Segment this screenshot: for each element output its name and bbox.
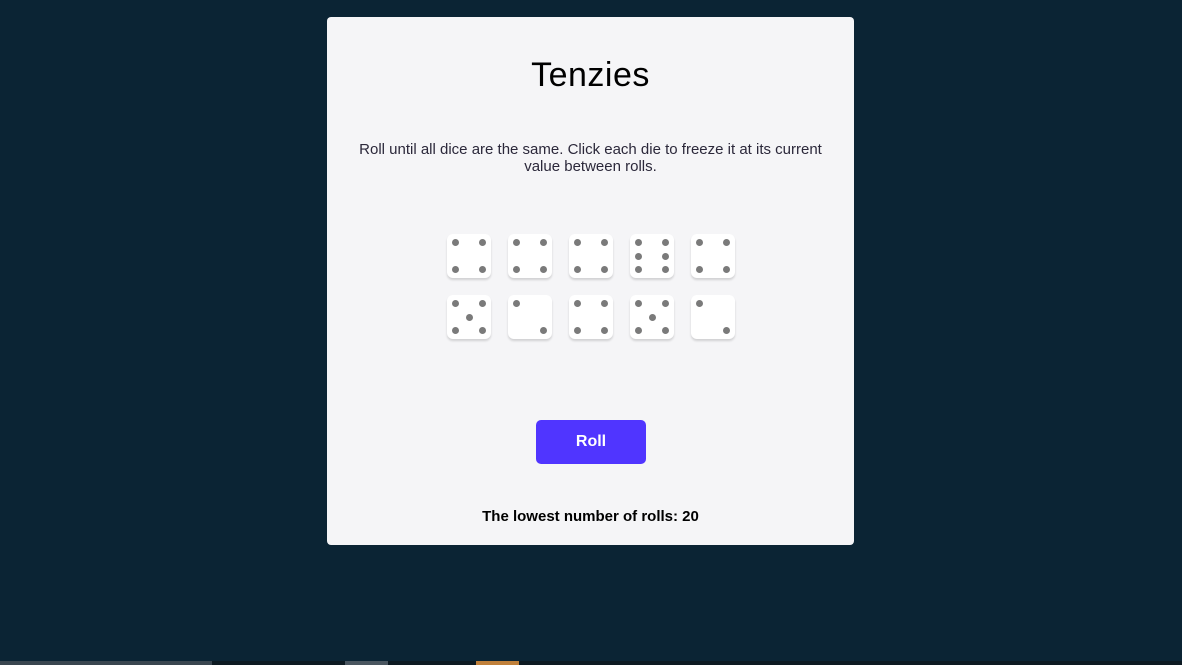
die-pip <box>600 326 608 334</box>
die-pip <box>539 265 547 273</box>
die-pip <box>539 239 547 247</box>
die-pip <box>635 239 643 247</box>
die-pip <box>600 265 608 273</box>
die[interactable] <box>508 234 552 278</box>
game-title: Tenzies <box>531 56 650 94</box>
game-card: Tenzies Roll until all dice are the same… <box>327 17 854 545</box>
die-pip <box>513 239 521 247</box>
die-pip <box>452 265 460 273</box>
lowest-rolls-record: The lowest number of rolls: 20 <box>482 508 699 525</box>
dice-grid <box>447 234 735 339</box>
die-pip <box>478 326 486 334</box>
die-pip <box>696 300 704 308</box>
die-pip <box>574 326 582 334</box>
die-pip <box>635 326 643 334</box>
die-pip <box>648 313 656 321</box>
die-pip <box>635 252 643 260</box>
taskbar-segment <box>476 661 519 665</box>
roll-button[interactable]: Roll <box>536 420 646 464</box>
die-pip <box>600 300 608 308</box>
die-pip <box>478 239 486 247</box>
die-pip <box>661 252 669 260</box>
die-pip <box>600 239 608 247</box>
die-pip <box>635 300 643 308</box>
die[interactable] <box>447 295 491 339</box>
taskbar-segment <box>345 661 388 665</box>
die-pip <box>574 265 582 273</box>
die-pip <box>661 300 669 308</box>
die-pip <box>696 239 704 247</box>
die-pip <box>574 239 582 247</box>
die-pip <box>661 265 669 273</box>
die-pip <box>452 239 460 247</box>
die-pip <box>513 300 521 308</box>
die-pip <box>722 239 730 247</box>
die[interactable] <box>630 234 674 278</box>
taskbar <box>0 661 1182 665</box>
die-pip <box>661 326 669 334</box>
die[interactable] <box>630 295 674 339</box>
die-pip <box>478 265 486 273</box>
die-pip <box>452 300 460 308</box>
die-pip <box>465 313 473 321</box>
die-pip <box>696 265 704 273</box>
die-pip <box>722 326 730 334</box>
die-pip <box>539 326 547 334</box>
die-pip <box>513 265 521 273</box>
die-pip <box>478 300 486 308</box>
die-pip <box>574 300 582 308</box>
instructions-text: Roll until all dice are the same. Click … <box>359 141 822 175</box>
die-pip <box>452 326 460 334</box>
die-pip <box>635 265 643 273</box>
die-pip <box>722 265 730 273</box>
die-pip <box>661 239 669 247</box>
die[interactable] <box>691 295 735 339</box>
die[interactable] <box>447 234 491 278</box>
die[interactable] <box>569 295 613 339</box>
taskbar-segment <box>0 661 212 665</box>
die[interactable] <box>569 234 613 278</box>
die[interactable] <box>508 295 552 339</box>
die[interactable] <box>691 234 735 278</box>
